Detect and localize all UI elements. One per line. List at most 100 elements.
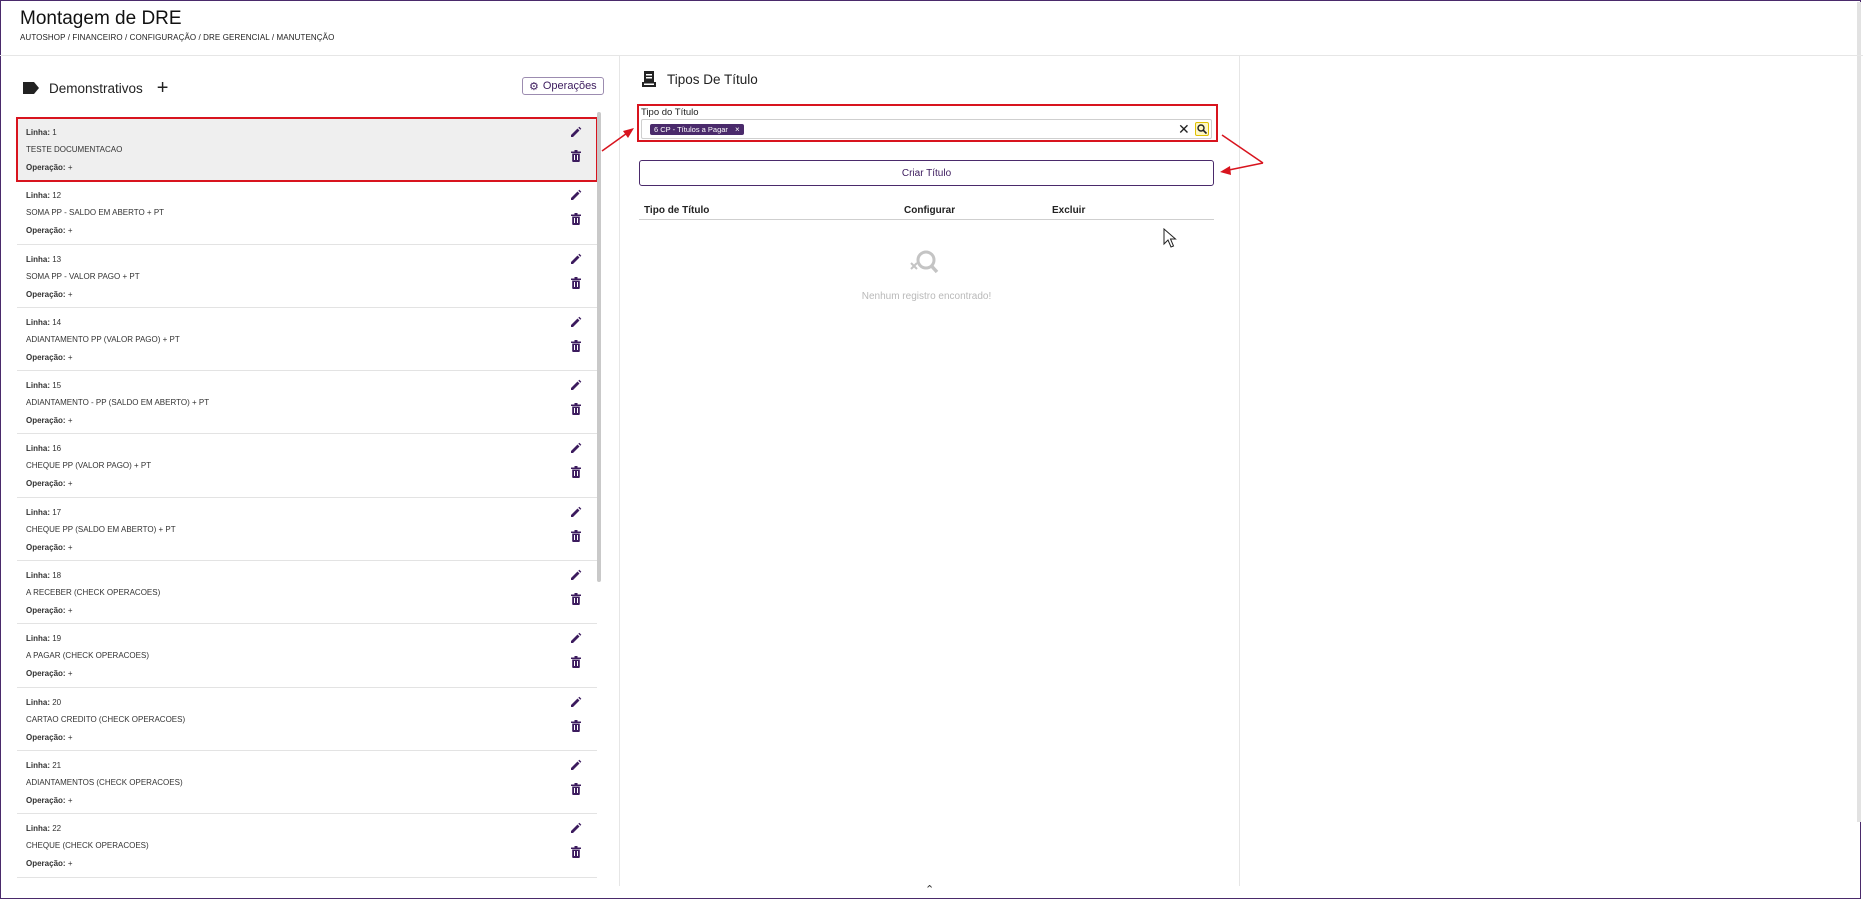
line-value: 19	[52, 634, 62, 644]
trash-icon[interactable]	[571, 656, 581, 669]
line-operation: Operação: +	[26, 606, 72, 615]
trash-icon[interactable]	[571, 213, 581, 226]
list-item[interactable]: Linha: 12 SOMA PP - SALDO EM ABERTO + PT…	[17, 181, 597, 245]
trash-icon[interactable]	[571, 150, 581, 162]
trash-icon[interactable]	[571, 846, 581, 859]
line-number: Linha: 12	[26, 191, 61, 200]
line-description: ADIANTAMENTO - PP (SALDO EM ABERTO) + PT	[26, 398, 210, 408]
line-label: Linha:	[26, 634, 50, 644]
edit-icon[interactable]	[570, 316, 582, 328]
edit-icon[interactable]	[570, 253, 582, 265]
operation-label: Operação:	[26, 289, 66, 299]
operation-label: Operação:	[26, 606, 66, 616]
line-label: Linha:	[26, 507, 50, 517]
list-item[interactable]: Linha: 1 TESTE DOCUMENTACAO Operação: +	[16, 116, 598, 183]
line-label: Linha:	[26, 697, 50, 707]
line-number: Linha: 13	[26, 255, 61, 264]
line-value: 13	[52, 254, 62, 264]
line-operation: Operação: +	[26, 353, 72, 362]
trash-icon[interactable]	[571, 593, 581, 606]
column-configurar: Configurar	[904, 205, 956, 216]
trash-icon[interactable]	[571, 466, 581, 479]
receipt-icon	[642, 71, 656, 87]
line-operation: Operação: +	[26, 163, 72, 172]
line-label: Linha:	[26, 317, 50, 327]
list-item[interactable]: Linha: 15 ADIANTAMENTO - PP (SALDO EM AB…	[17, 371, 597, 435]
breadcrumb: AUTOSHOP / FINANCEIRO / CONFIGURAÇÃO / D…	[20, 33, 335, 42]
line-label: Linha:	[26, 254, 50, 264]
operation-value: +	[67, 289, 73, 299]
operations-label: Operações	[542, 80, 597, 92]
table-header: Tipo de Título Configurar Excluir	[639, 203, 1214, 220]
list-item[interactable]: Linha: 17 CHEQUE PP (SALDO EM ABERTO) + …	[17, 498, 597, 562]
selected-chip: 6 CP - Títulos a Pagar ×	[650, 124, 744, 135]
search-button[interactable]	[1195, 122, 1209, 136]
line-value: 21	[52, 760, 62, 770]
operations-button[interactable]: ⚙ Operações	[522, 77, 604, 95]
operation-label: Operação:	[26, 732, 66, 742]
add-icon[interactable]: +	[157, 78, 169, 98]
edit-icon[interactable]	[570, 632, 582, 644]
no-results-search-icon	[910, 250, 939, 274]
line-description: ADIANTAMENTOS (CHECK OPERACOES)	[26, 777, 183, 787]
trash-icon[interactable]	[571, 403, 581, 416]
page-scrollbar[interactable]	[1857, 2, 1861, 822]
list-item[interactable]: Linha: 14 ADIANTAMENTO PP (VALOR PAGO) +…	[17, 308, 597, 372]
tipo-titulo-input[interactable]: 6 CP - Títulos a Pagar × ✕	[641, 119, 1212, 139]
chip-remove-icon[interactable]: ×	[735, 125, 740, 134]
list-scrollbar[interactable]	[597, 112, 601, 582]
line-label: Linha:	[26, 381, 50, 391]
create-title-button[interactable]: Criar Título	[639, 160, 1214, 186]
line-value: 12	[52, 191, 62, 201]
trash-icon[interactable]	[571, 529, 581, 542]
mouse-cursor-icon	[1163, 228, 1177, 248]
line-operation: Operação: +	[26, 543, 72, 552]
list-item[interactable]: Linha: 18 A RECEBER (CHECK OPERACOES) Op…	[17, 561, 597, 625]
line-description: CHEQUE (CHECK OPERACOES)	[26, 841, 149, 851]
clear-icon[interactable]: ✕	[1178, 120, 1190, 139]
edit-icon[interactable]	[570, 696, 582, 708]
trash-icon[interactable]	[571, 276, 581, 289]
line-number: Linha: 16	[26, 444, 61, 453]
trash-icon[interactable]	[571, 782, 581, 795]
list-item[interactable]: Linha: 20 CARTAO CREDITO (CHECK OPERACOE…	[17, 688, 597, 751]
operation-value: +	[67, 606, 73, 616]
edit-icon[interactable]	[570, 759, 582, 771]
line-operation: Operação: +	[26, 290, 72, 299]
trash-icon[interactable]	[571, 719, 581, 732]
operation-value: +	[67, 416, 73, 426]
edit-icon[interactable]	[570, 822, 582, 834]
operation-value: +	[67, 542, 73, 552]
edit-icon[interactable]	[570, 442, 582, 454]
demonstrativos-list: Linha: 1 TESTE DOCUMENTACAO Operação: + …	[16, 116, 598, 878]
line-number: Linha: 15	[26, 381, 61, 390]
operation-value: +	[67, 479, 73, 489]
list-item[interactable]: Linha: 13 SOMA PP - VALOR PAGO + PT Oper…	[17, 245, 597, 308]
line-value: 22	[52, 824, 62, 834]
line-label: Linha:	[26, 571, 50, 581]
operation-label: Operação:	[26, 163, 66, 172]
gear-icon: ⚙	[529, 80, 539, 93]
line-operation: Operação: +	[26, 479, 72, 488]
line-description: A PAGAR (CHECK OPERACOES)	[26, 651, 149, 661]
edit-icon[interactable]	[570, 189, 582, 201]
operation-value: +	[67, 795, 73, 805]
list-item[interactable]: Linha: 19 A PAGAR (CHECK OPERACOES) Oper…	[17, 624, 597, 688]
list-item[interactable]: Linha: 22 CHEQUE (CHECK OPERACOES) Opera…	[17, 814, 597, 878]
line-description: A RECEBER (CHECK OPERACOES)	[26, 588, 161, 598]
scroll-up-chevron-icon[interactable]: ⌃	[925, 883, 934, 896]
list-item[interactable]: Linha: 16 CHEQUE PP (VALOR PAGO) + PT Op…	[17, 434, 597, 498]
line-description: CHEQUE PP (VALOR PAGO) + PT	[26, 461, 152, 471]
edit-icon[interactable]	[570, 569, 582, 581]
edit-icon[interactable]	[570, 379, 582, 391]
line-number: Linha: 20	[26, 698, 61, 707]
trash-icon[interactable]	[571, 339, 581, 352]
tipo-titulo-field: Tipo do Título 6 CP - Títulos a Pagar × …	[637, 104, 1218, 142]
line-number: Linha: 22	[26, 824, 61, 833]
edit-icon[interactable]	[570, 126, 582, 138]
operation-label: Operação:	[26, 542, 66, 552]
edit-icon[interactable]	[570, 506, 582, 518]
operation-value: +	[67, 163, 73, 172]
line-operation: Operação: +	[26, 733, 72, 742]
list-item[interactable]: Linha: 21 ADIANTAMENTOS (CHECK OPERACOES…	[17, 751, 597, 815]
